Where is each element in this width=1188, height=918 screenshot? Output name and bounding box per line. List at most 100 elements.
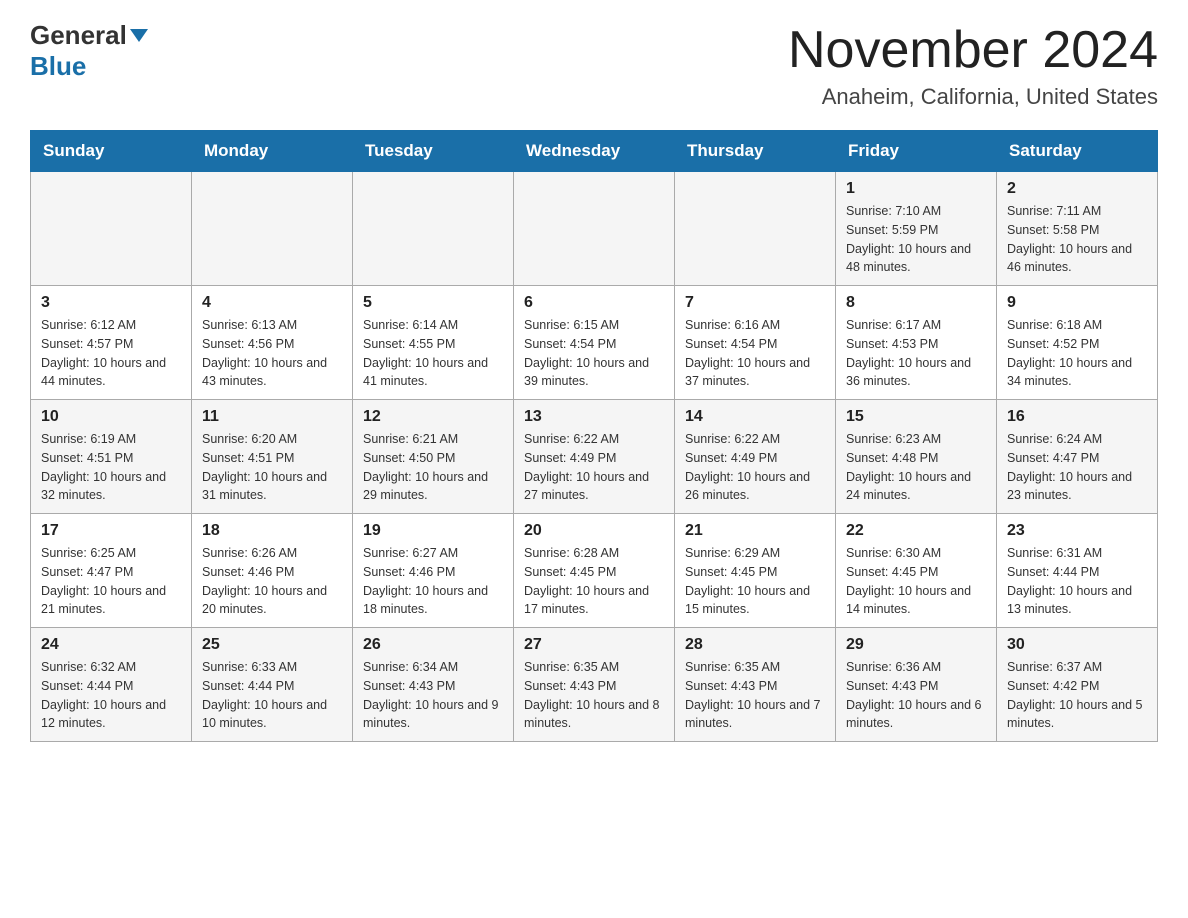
calendar-cell: 11 Sunrise: 6:20 AM Sunset: 4:51 PM Dayli… [192, 400, 353, 514]
calendar-cell: 17 Sunrise: 6:25 AM Sunset: 4:47 PM Dayli… [31, 514, 192, 628]
day-info: Sunrise: 6:27 AM Sunset: 4:46 PM Dayligh… [363, 544, 503, 619]
calendar-cell: 6Sunrise: 6:15 AM Sunset: 4:54 PM Daylig… [514, 286, 675, 400]
calendar-cell: 27Sunrise: 6:35 AM Sunset: 4:43 PM Dayli… [514, 628, 675, 742]
day-info: Sunrise: 6:19 AM Sunset: 4:51 PM Dayligh… [41, 430, 181, 505]
day-number: 8 [846, 294, 986, 312]
page-header: General Blue November 2024 Anaheim, Cali… [30, 20, 1158, 110]
day-info: Sunrise: 6:34 AM Sunset: 4:43 PM Dayligh… [363, 658, 503, 733]
calendar-cell: 7 Sunrise: 6:16 AM Sunset: 4:54 PM Daylig… [675, 286, 836, 400]
day-info: Sunrise: 6:25 AM Sunset: 4:47 PM Dayligh… [41, 544, 181, 619]
calendar-cell: 23 Sunrise: 6:31 AM Sunset: 4:44 PM Dayli… [997, 514, 1158, 628]
day-number: 7 [685, 294, 825, 312]
calendar-week-row: 1 Sunrise: 7:10 AM Sunset: 5:59 PM Daylig… [31, 172, 1158, 286]
calendar-cell [514, 172, 675, 286]
calendar-cell: 4Sunrise: 6:13 AM Sunset: 4:56 PM Daylig… [192, 286, 353, 400]
calendar-cell: 8 Sunrise: 6:17 AM Sunset: 4:53 PM Daylig… [836, 286, 997, 400]
calendar-week-row: 3Sunrise: 6:12 AM Sunset: 4:57 PM Daylig… [31, 286, 1158, 400]
calendar-cell: 20 Sunrise: 6:28 AM Sunset: 4:45 PM Dayli… [514, 514, 675, 628]
day-info: Sunrise: 6:22 AM Sunset: 4:49 PM Dayligh… [524, 430, 664, 505]
day-info: Sunrise: 6:20 AM Sunset: 4:51 PM Dayligh… [202, 430, 342, 505]
day-info: Sunrise: 6:16 AM Sunset: 4:54 PM Dayligh… [685, 316, 825, 391]
logo-blue-text: Blue [30, 51, 86, 81]
calendar-header-friday: Friday [836, 131, 997, 172]
calendar-week-row: 24 Sunrise: 6:32 AM Sunset: 4:44 PM Dayli… [31, 628, 1158, 742]
calendar-header-sunday: Sunday [31, 131, 192, 172]
day-number: 11 [202, 408, 342, 426]
calendar-cell: 30 Sunrise: 6:37 AM Sunset: 4:42 PM Dayli… [997, 628, 1158, 742]
day-info: Sunrise: 6:33 AM Sunset: 4:44 PM Dayligh… [202, 658, 342, 733]
day-number: 3 [41, 294, 181, 312]
day-info: Sunrise: 6:17 AM Sunset: 4:53 PM Dayligh… [846, 316, 986, 391]
day-number: 18 [202, 522, 342, 540]
day-number: 16 [1007, 408, 1147, 426]
title-block: November 2024 Anaheim, California, Unite… [788, 20, 1158, 110]
day-number: 28 [685, 636, 825, 654]
day-info: Sunrise: 6:21 AM Sunset: 4:50 PM Dayligh… [363, 430, 503, 505]
day-info: Sunrise: 6:22 AM Sunset: 4:49 PM Dayligh… [685, 430, 825, 505]
day-number: 27 [524, 636, 664, 654]
day-info: Sunrise: 7:11 AM Sunset: 5:58 PM Dayligh… [1007, 202, 1147, 277]
day-number: 30 [1007, 636, 1147, 654]
day-number: 22 [846, 522, 986, 540]
calendar-cell: 3Sunrise: 6:12 AM Sunset: 4:57 PM Daylig… [31, 286, 192, 400]
day-info: Sunrise: 6:13 AM Sunset: 4:56 PM Dayligh… [202, 316, 342, 391]
calendar-cell: 14Sunrise: 6:22 AM Sunset: 4:49 PM Dayli… [675, 400, 836, 514]
calendar-cell: 22 Sunrise: 6:30 AM Sunset: 4:45 PM Dayli… [836, 514, 997, 628]
logo-triangle-icon [130, 29, 148, 42]
day-number: 6 [524, 294, 664, 312]
calendar-cell: 16 Sunrise: 6:24 AM Sunset: 4:47 PM Dayli… [997, 400, 1158, 514]
calendar-cell: 1 Sunrise: 7:10 AM Sunset: 5:59 PM Daylig… [836, 172, 997, 286]
calendar-header-monday: Monday [192, 131, 353, 172]
calendar-week-row: 10 Sunrise: 6:19 AM Sunset: 4:51 PM Dayli… [31, 400, 1158, 514]
day-number: 10 [41, 408, 181, 426]
day-number: 12 [363, 408, 503, 426]
day-info: Sunrise: 6:26 AM Sunset: 4:46 PM Dayligh… [202, 544, 342, 619]
location-title: Anaheim, California, United States [788, 84, 1158, 110]
day-info: Sunrise: 6:30 AM Sunset: 4:45 PM Dayligh… [846, 544, 986, 619]
calendar-cell: 13Sunrise: 6:22 AM Sunset: 4:49 PM Dayli… [514, 400, 675, 514]
day-info: Sunrise: 6:18 AM Sunset: 4:52 PM Dayligh… [1007, 316, 1147, 391]
calendar-cell: 15 Sunrise: 6:23 AM Sunset: 4:48 PM Dayli… [836, 400, 997, 514]
logo-general-text: General [30, 20, 127, 51]
day-number: 26 [363, 636, 503, 654]
calendar-cell: 21 Sunrise: 6:29 AM Sunset: 4:45 PM Dayli… [675, 514, 836, 628]
calendar-cell: 9 Sunrise: 6:18 AM Sunset: 4:52 PM Daylig… [997, 286, 1158, 400]
day-number: 24 [41, 636, 181, 654]
day-number: 2 [1007, 180, 1147, 198]
day-info: Sunrise: 6:35 AM Sunset: 4:43 PM Dayligh… [685, 658, 825, 733]
calendar-cell: 28 Sunrise: 6:35 AM Sunset: 4:43 PM Dayli… [675, 628, 836, 742]
day-number: 17 [41, 522, 181, 540]
day-number: 9 [1007, 294, 1147, 312]
calendar-cell: 25 Sunrise: 6:33 AM Sunset: 4:44 PM Dayli… [192, 628, 353, 742]
calendar-header-row: SundayMondayTuesdayWednesdayThursdayFrid… [31, 131, 1158, 172]
day-info: Sunrise: 6:29 AM Sunset: 4:45 PM Dayligh… [685, 544, 825, 619]
calendar-cell [353, 172, 514, 286]
day-number: 19 [363, 522, 503, 540]
day-number: 21 [685, 522, 825, 540]
day-number: 23 [1007, 522, 1147, 540]
calendar-cell: 12 Sunrise: 6:21 AM Sunset: 4:50 PM Dayli… [353, 400, 514, 514]
calendar-table: SundayMondayTuesdayWednesdayThursdayFrid… [30, 130, 1158, 742]
calendar-header-wednesday: Wednesday [514, 131, 675, 172]
calendar-header-thursday: Thursday [675, 131, 836, 172]
calendar-cell [31, 172, 192, 286]
calendar-cell [675, 172, 836, 286]
calendar-cell: 5Sunrise: 6:14 AM Sunset: 4:55 PM Daylig… [353, 286, 514, 400]
day-number: 25 [202, 636, 342, 654]
day-info: Sunrise: 6:37 AM Sunset: 4:42 PM Dayligh… [1007, 658, 1147, 733]
day-number: 1 [846, 180, 986, 198]
calendar-cell: 24 Sunrise: 6:32 AM Sunset: 4:44 PM Dayli… [31, 628, 192, 742]
logo: General Blue [30, 20, 148, 82]
day-info: Sunrise: 7:10 AM Sunset: 5:59 PM Dayligh… [846, 202, 986, 277]
calendar-header-tuesday: Tuesday [353, 131, 514, 172]
day-info: Sunrise: 6:14 AM Sunset: 4:55 PM Dayligh… [363, 316, 503, 391]
day-number: 15 [846, 408, 986, 426]
day-info: Sunrise: 6:28 AM Sunset: 4:45 PM Dayligh… [524, 544, 664, 619]
day-info: Sunrise: 6:23 AM Sunset: 4:48 PM Dayligh… [846, 430, 986, 505]
day-info: Sunrise: 6:32 AM Sunset: 4:44 PM Dayligh… [41, 658, 181, 733]
calendar-cell: 19 Sunrise: 6:27 AM Sunset: 4:46 PM Dayli… [353, 514, 514, 628]
day-info: Sunrise: 6:31 AM Sunset: 4:44 PM Dayligh… [1007, 544, 1147, 619]
month-title: November 2024 [788, 20, 1158, 80]
day-number: 20 [524, 522, 664, 540]
day-info: Sunrise: 6:24 AM Sunset: 4:47 PM Dayligh… [1007, 430, 1147, 505]
